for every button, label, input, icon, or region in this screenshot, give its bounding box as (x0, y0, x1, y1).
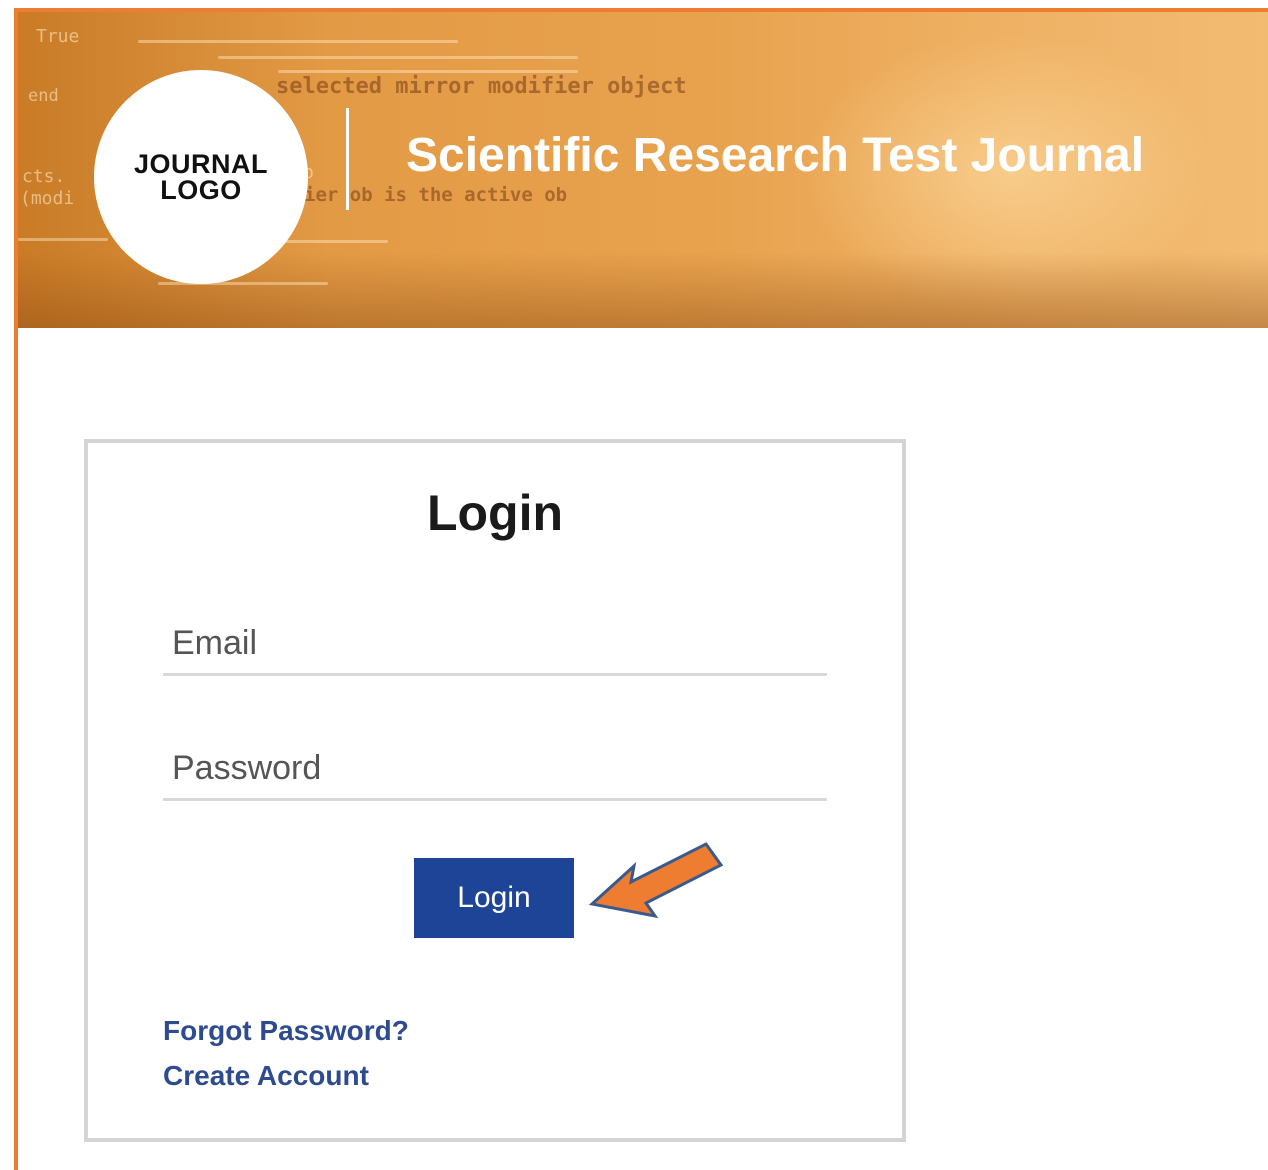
banner-decoration (218, 56, 578, 59)
password-field[interactable] (163, 739, 827, 801)
forgot-password-link[interactable]: Forgot Password? (163, 1015, 409, 1047)
banner-code-text: ier ob is the active ob (304, 184, 568, 206)
banner-code-text: selected mirror modifier object (276, 74, 687, 99)
banner-decoration (18, 238, 108, 241)
journal-title: Scientific Research Test Journal (406, 129, 1145, 182)
journal-logo: JOURNAL LOGO (94, 70, 308, 284)
logo-line-1: JOURNAL (133, 149, 268, 179)
login-button[interactable]: Login (414, 858, 574, 938)
banner-decoration (278, 70, 578, 73)
create-account-link[interactable]: Create Account (163, 1060, 369, 1092)
header-divider (346, 108, 349, 210)
email-field[interactable] (163, 614, 827, 676)
banner-code-text: True (36, 26, 80, 47)
banner-code-text: end (28, 86, 59, 106)
journal-logo-text: JOURNAL LOGO (133, 149, 268, 205)
login-heading: Login (426, 485, 564, 541)
banner-code-text: cts. (22, 166, 66, 187)
banner-decoration (138, 40, 458, 43)
logo-line-2: LOGO (160, 175, 242, 205)
banner-code-text: (modi (20, 188, 75, 209)
pointing-arrow-icon (588, 842, 724, 919)
